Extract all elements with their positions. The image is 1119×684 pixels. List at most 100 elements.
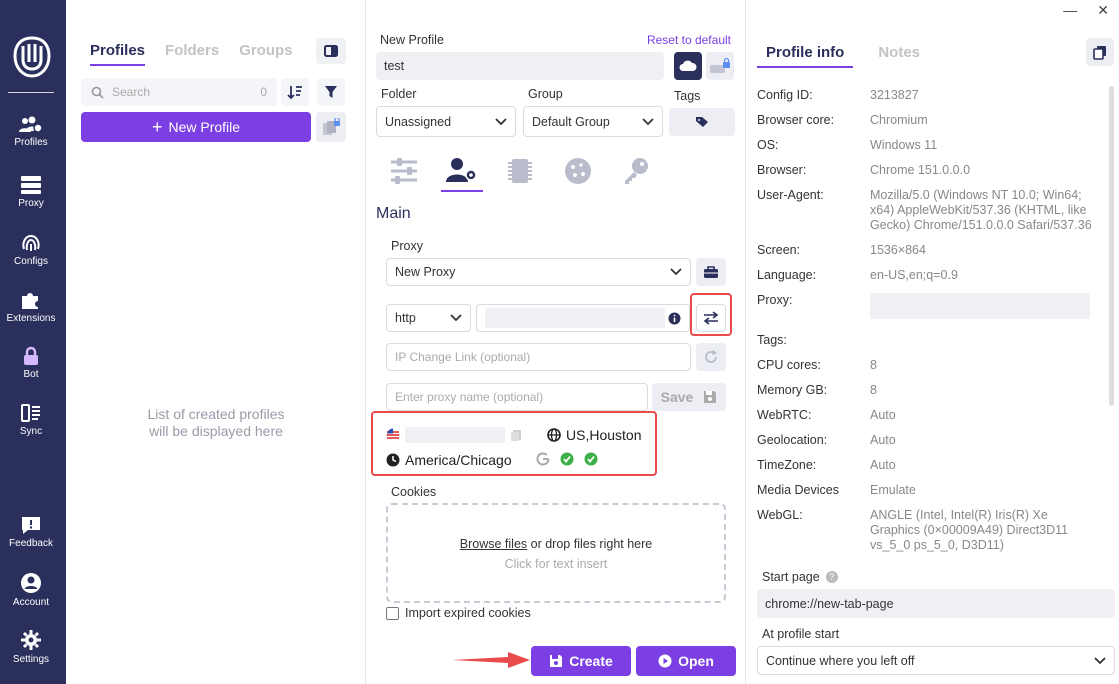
browse-files-link[interactable]: Browse files — [460, 537, 527, 551]
refresh-ip-button[interactable] — [696, 343, 726, 371]
app-logo-icon — [11, 34, 53, 80]
tag-icon — [696, 117, 708, 127]
tab-hardware[interactable] — [499, 150, 541, 192]
reset-link[interactable]: Reset to default — [647, 33, 731, 47]
tab-folders[interactable]: Folders — [165, 42, 219, 66]
tags-label: Tags — [674, 89, 701, 103]
nav-item-configs[interactable]: Configs — [0, 233, 62, 267]
info-row-timezone: TimeZone: Auto — [757, 458, 896, 472]
group-select[interactable]: Default Group — [523, 106, 663, 137]
proxy-ip-row — [386, 427, 522, 443]
copy-icon — [1093, 45, 1106, 60]
us-flag-icon — [386, 428, 400, 442]
fingerprint-icon — [22, 234, 40, 251]
click-insert-text[interactable]: Click for text insert — [388, 557, 724, 571]
clock-icon — [386, 453, 400, 467]
tab-notes[interactable]: Notes — [869, 44, 929, 68]
tab-passwords[interactable] — [615, 150, 657, 192]
minimize-icon[interactable]: — — [1063, 2, 1077, 18]
nav-item-profiles[interactable]: Profiles — [0, 116, 62, 148]
proxy-host-input[interactable] — [476, 304, 690, 332]
settings-icon-tabs — [383, 150, 657, 192]
nav-item-extensions[interactable]: Extensions — [0, 290, 62, 324]
open-button[interactable]: Open — [636, 646, 736, 676]
ip-change-link-input[interactable]: IP Change Link (optional) — [386, 343, 691, 371]
service-check-icons — [536, 452, 598, 466]
nav-item-sync[interactable]: Sync — [0, 403, 62, 437]
save-proxy-button[interactable]: Save — [652, 383, 726, 411]
nav-item-bot[interactable]: Bot — [0, 346, 62, 380]
proxy-manager-button[interactable] — [696, 258, 726, 286]
search-input[interactable]: Search 0 — [81, 78, 277, 106]
at-profile-start-select[interactable]: Continue where you left off — [757, 646, 1115, 675]
nav-divider — [8, 92, 54, 93]
copy-icon[interactable] — [510, 429, 522, 442]
timezone-text: America/Chicago — [405, 452, 512, 468]
local-storage-button[interactable] — [706, 52, 734, 80]
import-expired-checkbox[interactable] — [386, 606, 399, 620]
info-row-webgl: WebGL: ANGLE (Intel, Intel(R) Iris(R) Xe … — [757, 508, 1069, 552]
server-icon — [21, 176, 41, 194]
info-row-proxy: Proxy: — [757, 293, 1097, 319]
empty-profiles-message: List of created profiles will be display… — [147, 406, 285, 439]
profiles-panel: Profiles Folders Groups Search 0 + New P… — [66, 0, 366, 684]
nav-item-account[interactable]: Account — [0, 572, 62, 608]
info-row-user-agent: User-Agent: Mozilla/5.0 (Windows NT 10.0;… — [757, 188, 1092, 232]
copy-info-button[interactable] — [1086, 38, 1114, 66]
nav-item-settings[interactable]: Settings — [0, 629, 62, 665]
nav-item-feedback[interactable]: Feedback — [0, 515, 62, 549]
users-cog-icon — [19, 116, 43, 133]
sidebar-toggle-icon — [324, 45, 338, 57]
check-green-icon — [584, 452, 598, 466]
chevron-down-icon — [450, 314, 462, 322]
tab-groups[interactable]: Groups — [239, 42, 292, 66]
drive-locked-icon — [710, 57, 730, 73]
highlight-swap — [690, 293, 732, 336]
info-row-browser: Browser: Chrome 151.0.0.0 — [757, 163, 971, 177]
profile-form: New Profile Reset to default test Folder… — [366, 0, 746, 684]
folder-select[interactable]: Unassigned — [376, 106, 516, 137]
help-icon[interactable]: ? — [825, 571, 838, 583]
plus-icon: + — [151, 117, 163, 137]
lock-icon — [24, 346, 38, 365]
filter-button[interactable] — [317, 78, 345, 106]
proxy-ip-redacted — [405, 427, 505, 443]
close-icon[interactable]: ✕ — [1097, 2, 1109, 19]
tags-button[interactable] — [669, 108, 735, 136]
panel-toggle-button[interactable] — [316, 38, 346, 64]
info-row-browser-core: Browser core: Chromium — [757, 113, 928, 127]
proxy-name-input[interactable]: Enter proxy name (optional) — [386, 383, 648, 411]
new-profile-button[interactable]: + New Profile — [81, 112, 311, 142]
start-page-input[interactable]: chrome://new-tab-page — [757, 589, 1115, 618]
timezone-row: America/Chicago — [386, 452, 512, 468]
tab-main[interactable] — [441, 150, 483, 192]
floppy-icon — [550, 655, 563, 667]
start-page-label: Start page ? — [762, 570, 838, 584]
tab-profile-info[interactable]: Profile info — [757, 44, 854, 68]
key-icon — [625, 158, 648, 184]
filter-icon — [325, 86, 337, 98]
group-label: Group — [528, 87, 563, 101]
tab-profiles[interactable]: Profiles — [90, 42, 146, 66]
sliders-icon — [391, 158, 417, 184]
info-scrollbar[interactable] — [1109, 86, 1114, 406]
account-icon — [21, 573, 41, 593]
protocol-select[interactable]: http — [386, 304, 471, 332]
nav-item-proxy[interactable]: Proxy — [0, 175, 62, 209]
tab-general[interactable] — [383, 150, 425, 192]
profile-count: 0 — [260, 85, 267, 99]
import-expired-label: Import expired cookies — [405, 606, 531, 620]
check-green-icon — [560, 452, 574, 466]
floppy-icon — [704, 391, 717, 403]
cloud-storage-button[interactable] — [674, 52, 702, 80]
window-controls: — ✕ — [1039, 0, 1119, 20]
sort-button[interactable] — [281, 78, 309, 106]
info-tabs: Profile info Notes — [757, 44, 929, 68]
profile-name-input[interactable]: test — [376, 52, 664, 80]
info-row-media-devices: Media Devices Emulate — [757, 483, 916, 497]
bulk-create-button[interactable] — [316, 112, 346, 142]
proxy-select[interactable]: New Proxy — [386, 258, 691, 286]
tab-cookies[interactable] — [557, 150, 599, 192]
create-button[interactable]: Create — [531, 646, 631, 676]
cookies-dropzone[interactable]: Browse files or drop files right here Cl… — [386, 503, 726, 603]
